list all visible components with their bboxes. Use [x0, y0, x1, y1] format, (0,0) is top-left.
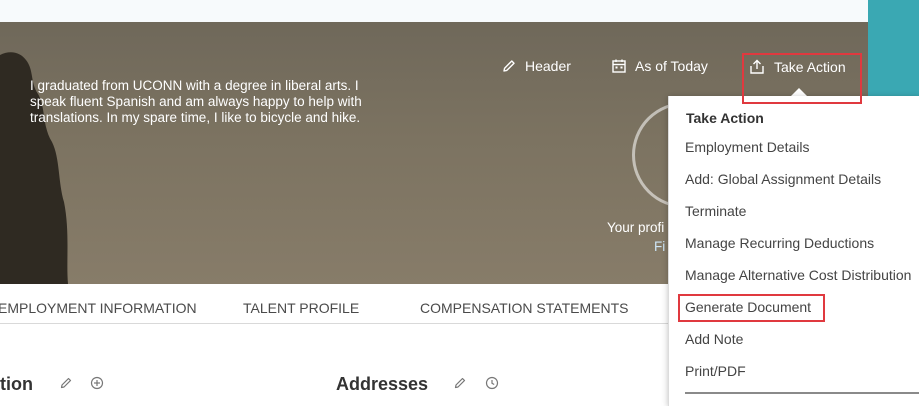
highlight-generate-document	[678, 294, 825, 322]
menu-item-add-note[interactable]: Add Note	[685, 331, 743, 347]
pencil-icon[interactable]	[59, 376, 73, 390]
clock-icon[interactable]	[485, 376, 499, 390]
section-title-partial: tion	[0, 374, 33, 394]
plus-circle-icon[interactable]	[90, 376, 104, 390]
pencil-icon[interactable]	[453, 376, 467, 390]
profile-photo-link[interactable]: Fi	[654, 239, 665, 254]
menu-item-manage-recurring-deductions[interactable]: Manage Recurring Deductions	[685, 235, 874, 251]
background-silhouette	[0, 52, 68, 284]
menu-divider	[685, 392, 919, 394]
tab-compensation-statements[interactable]: COMPENSATION STATEMENTS	[420, 300, 628, 316]
calendar-icon	[612, 59, 626, 73]
section-title-addresses: Addresses	[336, 374, 429, 394]
menu-item-manage-alternative-cost-distribution[interactable]: Manage Alternative Cost Distribution	[685, 267, 911, 283]
as-of-today-button[interactable]: As of Today	[611, 58, 708, 74]
highlight-take-action	[742, 53, 862, 104]
profile-photo-prompt: Your profi	[607, 220, 665, 235]
as-of-today-label: As of Today	[635, 58, 708, 74]
menu-item-add-global-assignment[interactable]: Add: Global Assignment Details	[685, 171, 881, 187]
menu-item-employment-details[interactable]: Employment Details	[685, 139, 810, 155]
take-action-menu: Take Action Employment Details Add: Glob…	[668, 96, 919, 406]
menu-item-terminate[interactable]: Terminate	[685, 203, 746, 219]
tab-talent-profile[interactable]: TALENT PROFILE	[243, 300, 359, 316]
header-button[interactable]: Header	[501, 58, 571, 74]
tab-employment-information[interactable]: EMPLOYMENT INFORMATION	[0, 300, 197, 316]
menu-item-print-pdf[interactable]: Print/PDF	[685, 363, 746, 379]
header-button-label: Header	[525, 58, 571, 74]
pencil-icon	[503, 60, 515, 72]
profile-bio: I graduated from UCONN with a degree in …	[30, 78, 362, 125]
top-bar	[0, 0, 868, 22]
menu-heading: Take Action	[686, 110, 764, 126]
